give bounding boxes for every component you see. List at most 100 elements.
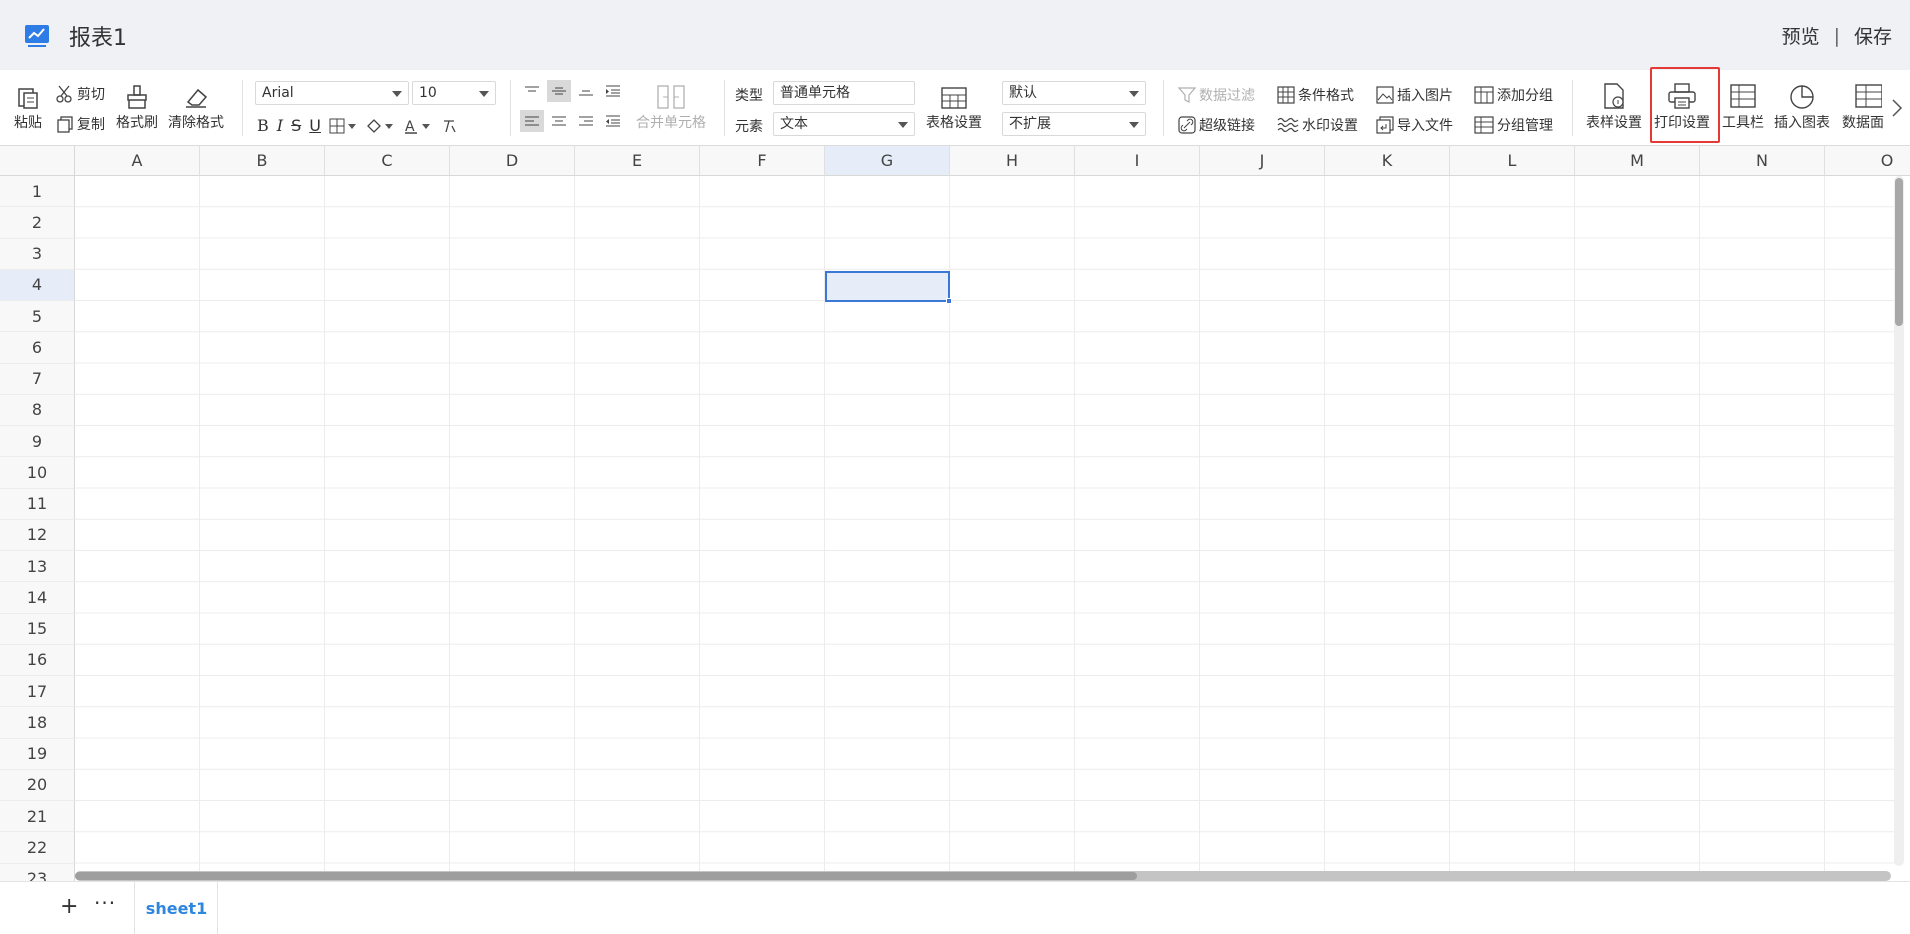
- style-settings-label: 表样设置: [1586, 115, 1642, 131]
- indent-increase-button[interactable]: [601, 80, 625, 102]
- row-header[interactable]: 5: [0, 301, 75, 333]
- row-header[interactable]: 15: [0, 613, 75, 645]
- table-settings-label: 表格设置: [926, 115, 982, 131]
- column-header[interactable]: E: [575, 146, 700, 176]
- hyperlink-button[interactable]: 超级链接: [1178, 115, 1255, 135]
- row-header[interactable]: 21: [0, 801, 75, 833]
- row-header[interactable]: 19: [0, 738, 75, 770]
- column-header[interactable]: B: [200, 146, 325, 176]
- font-color-icon[interactable]: A: [403, 118, 433, 134]
- row-header[interactable]: 10: [0, 457, 75, 489]
- column-header[interactable]: I: [1075, 146, 1200, 176]
- row-header[interactable]: 22: [0, 832, 75, 864]
- scissors-icon: [56, 85, 72, 103]
- row-header[interactable]: 17: [0, 676, 75, 708]
- row-header[interactable]: 11: [0, 488, 75, 520]
- data-filter-button[interactable]: 数据过滤: [1178, 85, 1255, 105]
- group-manage-button[interactable]: 分组管理: [1474, 115, 1553, 135]
- strikethrough-icon[interactable]: S: [291, 116, 301, 135]
- indent-decrease-button[interactable]: [601, 110, 625, 132]
- merge-cells-button[interactable]: 合并单元格: [636, 84, 706, 132]
- cut-button[interactable]: 剪切: [56, 84, 105, 104]
- align-middle-button[interactable]: [547, 80, 571, 102]
- column-header[interactable]: D: [450, 146, 575, 176]
- align-left-button[interactable]: [520, 110, 544, 132]
- row-header[interactable]: 12: [0, 519, 75, 551]
- row-header[interactable]: 20: [0, 769, 75, 801]
- font-size-value: 10: [419, 85, 437, 101]
- row-header[interactable]: 1: [0, 176, 75, 208]
- italic-icon[interactable]: I: [277, 116, 283, 135]
- row-header[interactable]: 13: [0, 551, 75, 583]
- row-header[interactable]: 14: [0, 582, 75, 614]
- import-file-button[interactable]: 导入文件: [1376, 115, 1453, 135]
- expand-value: 不扩展: [1009, 116, 1051, 132]
- column-header[interactable]: L: [1450, 146, 1575, 176]
- watermark-button[interactable]: 水印设置: [1277, 115, 1358, 135]
- row-header[interactable]: 6: [0, 332, 75, 364]
- sheet-more-button[interactable]: ···: [94, 891, 116, 915]
- font-size-select[interactable]: 10: [412, 81, 496, 105]
- default-select[interactable]: 默认: [1002, 81, 1146, 105]
- format-painter-button[interactable]: 格式刷: [116, 84, 158, 132]
- row-header[interactable]: 8: [0, 394, 75, 426]
- column-header[interactable]: M: [1575, 146, 1700, 176]
- row-header[interactable]: 4: [0, 269, 75, 301]
- sheet-tab[interactable]: sheet1: [136, 882, 218, 934]
- add-sheet-button[interactable]: +: [60, 894, 78, 919]
- cell-area[interactable]: [75, 176, 1895, 881]
- element-select[interactable]: 文本: [773, 112, 915, 136]
- column-header[interactable]: J: [1200, 146, 1325, 176]
- table-settings-button[interactable]: 表格设置: [926, 86, 982, 132]
- align-bottom-button[interactable]: [574, 80, 598, 102]
- conditional-format-button[interactable]: 条件格式: [1277, 85, 1354, 105]
- fill-color-icon[interactable]: [365, 118, 395, 134]
- row-header[interactable]: 23: [0, 863, 75, 881]
- type-input[interactable]: 普通单元格: [773, 81, 915, 105]
- column-header[interactable]: K: [1325, 146, 1450, 176]
- style-settings-button[interactable]: 表样设置: [1586, 82, 1642, 132]
- vertical-scrollbar-thumb[interactable]: [1895, 178, 1903, 326]
- row-header[interactable]: 2: [0, 207, 75, 239]
- grid-corner[interactable]: [0, 146, 75, 176]
- column-header[interactable]: H: [950, 146, 1075, 176]
- column-header[interactable]: N: [1700, 146, 1825, 176]
- copy-button[interactable]: 复制: [56, 114, 105, 134]
- row-header[interactable]: 7: [0, 363, 75, 395]
- add-group-button[interactable]: 添加分组: [1474, 85, 1553, 105]
- horizontal-scrollbar-thumb[interactable]: [75, 872, 1137, 880]
- save-button[interactable]: 保存: [1854, 22, 1892, 49]
- chevron-down-icon: [1129, 91, 1139, 97]
- font-family-select[interactable]: Arial: [255, 81, 409, 105]
- insert-chart-label: 插入图表: [1774, 115, 1830, 131]
- align-center-button[interactable]: [547, 110, 571, 132]
- underline-icon[interactable]: U: [309, 116, 321, 135]
- insert-chart-button[interactable]: 插入图表: [1774, 82, 1830, 132]
- column-header[interactable]: O: [1825, 146, 1910, 176]
- clear-style-icon[interactable]: [441, 118, 457, 134]
- column-header[interactable]: A: [75, 146, 200, 176]
- column-header[interactable]: C: [325, 146, 450, 176]
- app-header: 报表1 预览 | 保存: [0, 0, 1910, 70]
- clear-format-button[interactable]: 清除格式: [168, 84, 224, 132]
- row-header[interactable]: 3: [0, 238, 75, 270]
- column-header[interactable]: G: [825, 146, 950, 176]
- insert-image-button[interactable]: 插入图片: [1376, 85, 1453, 105]
- align-top-button[interactable]: [520, 80, 544, 102]
- bold-icon[interactable]: B: [257, 116, 269, 135]
- border-icon[interactable]: [329, 118, 357, 134]
- row-header[interactable]: 9: [0, 426, 75, 458]
- paste-button[interactable]: 粘贴: [14, 84, 42, 132]
- data-panel-button[interactable]: 数据面: [1842, 82, 1886, 132]
- chevron-right-icon[interactable]: [1890, 98, 1904, 118]
- toolbar-toggle-button[interactable]: 工具栏: [1722, 82, 1764, 132]
- fill-handle[interactable]: [946, 298, 952, 304]
- expand-select[interactable]: 不扩展: [1002, 112, 1146, 136]
- row-header[interactable]: 16: [0, 644, 75, 676]
- header-actions: 预览 | 保存: [1782, 22, 1892, 49]
- align-right-button[interactable]: [574, 110, 598, 132]
- preview-button[interactable]: 预览: [1782, 22, 1820, 49]
- row-header[interactable]: 18: [0, 707, 75, 739]
- column-header[interactable]: F: [700, 146, 825, 176]
- active-cell-G4[interactable]: [825, 271, 950, 302]
